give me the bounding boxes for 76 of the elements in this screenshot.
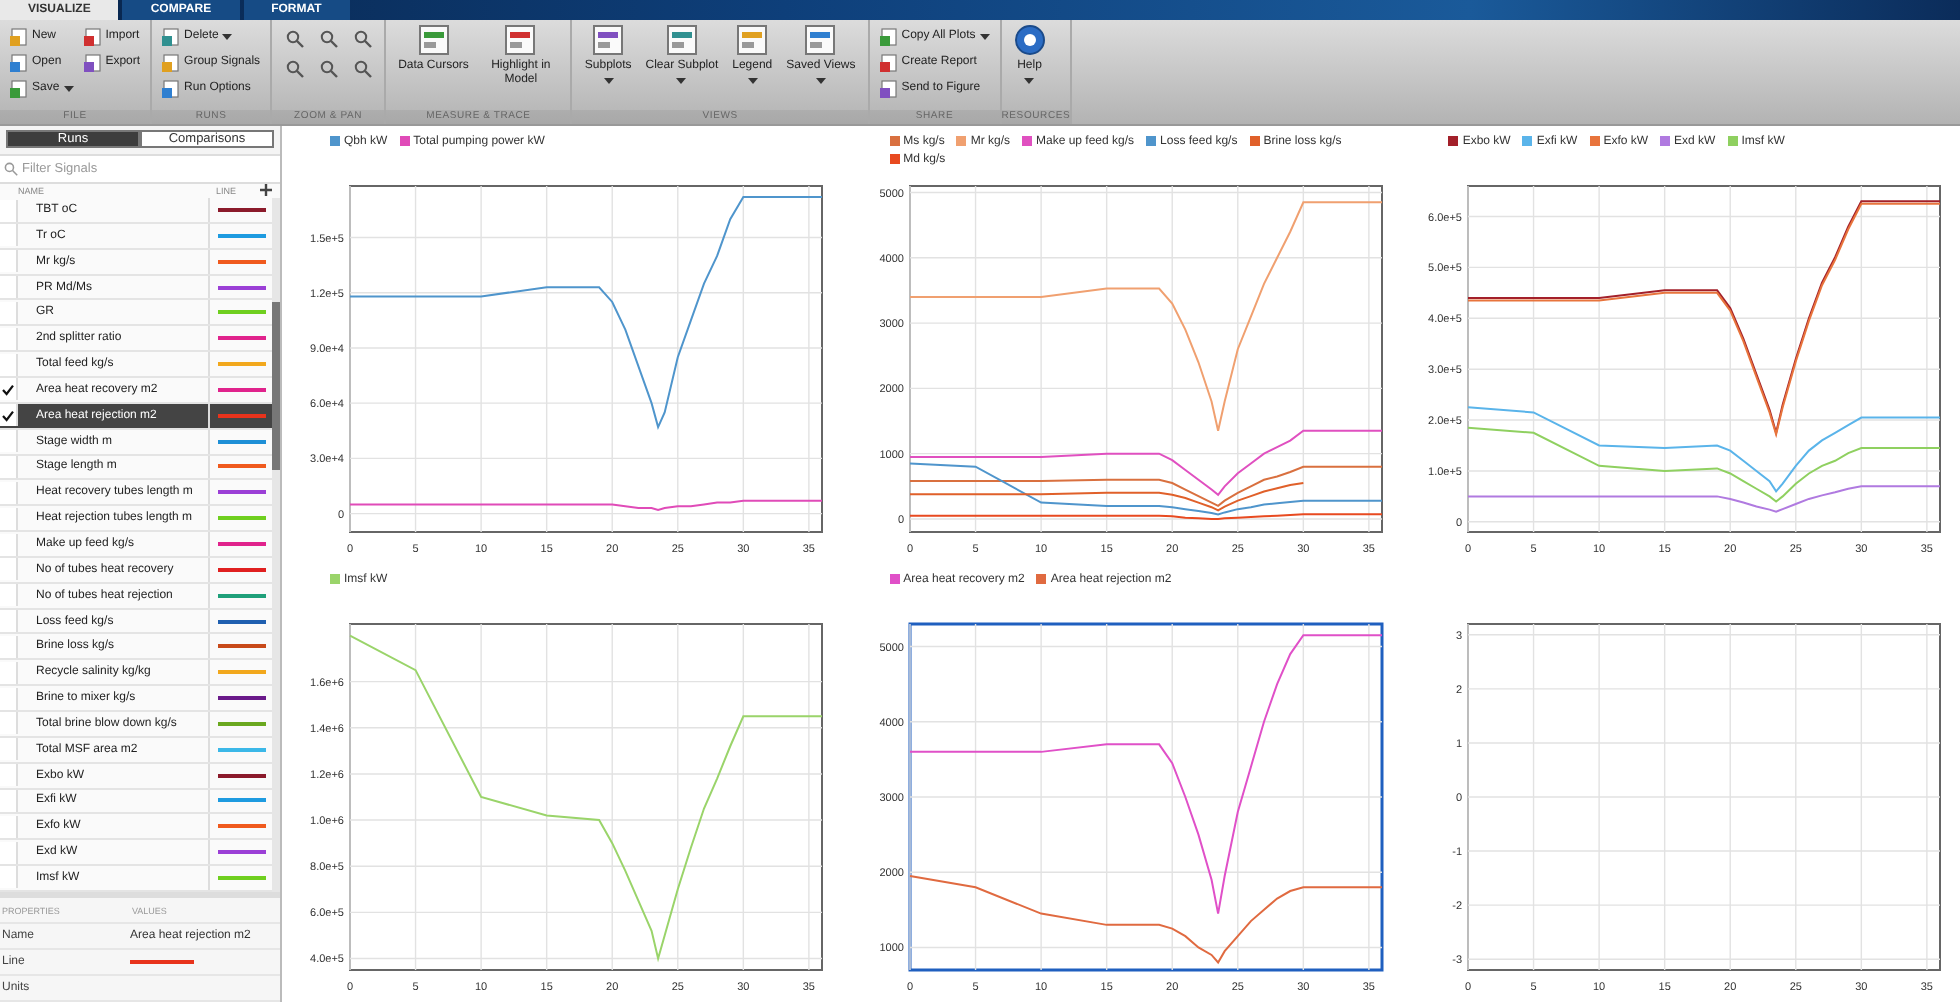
search-icon [4, 161, 18, 176]
checkbox[interactable] [0, 327, 18, 350]
checkbox[interactable] [0, 738, 18, 761]
document-icon [10, 27, 28, 45]
document-icon [83, 53, 102, 71]
legend-swatch [1727, 136, 1738, 146]
checkbox[interactable] [0, 404, 18, 427]
document-icon [10, 53, 28, 71]
checkbox[interactable] [0, 712, 18, 735]
legend-swatch [330, 136, 340, 146]
checkbox[interactable] [0, 301, 18, 324]
document-icon [879, 79, 898, 97]
checkbox[interactable] [0, 866, 18, 889]
checkbox[interactable] [0, 687, 18, 710]
legend-swatch [889, 154, 900, 164]
caret-icon [1024, 78, 1035, 84]
checkbox[interactable] [0, 455, 18, 478]
legend-swatch [889, 574, 900, 584]
zoom-icon [353, 29, 372, 47]
checkbox[interactable] [0, 764, 18, 787]
document-icon [162, 27, 181, 45]
checkbox[interactable] [0, 584, 18, 607]
checkbox[interactable] [0, 276, 18, 299]
plot-area[interactable] [1467, 185, 1942, 533]
document-icon [162, 53, 181, 71]
caret-icon [676, 78, 687, 84]
checkbox[interactable] [0, 558, 18, 581]
document-icon [879, 53, 898, 71]
zoom-icon [319, 29, 338, 47]
checkbox[interactable] [0, 353, 18, 376]
checkbox[interactable] [0, 224, 18, 247]
zoom-icon [319, 59, 338, 77]
document-icon [10, 79, 28, 97]
checkbox[interactable] [0, 661, 18, 684]
caret-icon [979, 33, 990, 39]
checkbox[interactable] [0, 789, 18, 812]
checkbox[interactable] [0, 533, 18, 555]
zoom-icon [353, 59, 372, 77]
checkbox[interactable] [0, 430, 18, 453]
checkbox[interactable] [0, 635, 18, 658]
checkbox[interactable] [0, 481, 18, 504]
caret-icon [747, 78, 758, 84]
help-icon [1013, 24, 1046, 56]
caret-icon [63, 85, 74, 91]
document-icon [83, 27, 102, 45]
legend-swatch [1522, 136, 1533, 146]
checkbox[interactable] [0, 378, 18, 401]
legend-swatch [889, 136, 900, 146]
legend-swatch [1036, 574, 1047, 584]
legend-swatch [1022, 136, 1032, 146]
caret-icon [222, 33, 233, 39]
caret-icon [603, 78, 614, 84]
checkbox[interactable] [0, 841, 18, 864]
plot-area[interactable] [907, 622, 1383, 972]
legend-swatch [399, 136, 410, 146]
document-icon [879, 27, 898, 45]
legend-swatch [956, 136, 967, 146]
checkbox[interactable] [0, 199, 18, 222]
plot-area[interactable] [349, 185, 823, 533]
plot-area[interactable] [908, 185, 1383, 533]
zoom-icon [285, 59, 304, 77]
zoom-icon [285, 29, 304, 47]
legend-swatch [1448, 136, 1459, 146]
legend-swatch [330, 574, 340, 584]
add-icon[interactable] [260, 184, 272, 197]
checkbox[interactable] [0, 507, 18, 530]
caret-icon [815, 78, 826, 84]
checkbox[interactable] [0, 815, 18, 838]
document-icon [162, 79, 181, 97]
checkbox[interactable] [0, 250, 18, 273]
legend-swatch [1660, 136, 1671, 146]
scrollbar[interactable] [272, 198, 280, 893]
checkbox[interactable] [0, 610, 18, 633]
legend-swatch [1589, 136, 1600, 146]
legend-swatch [1146, 136, 1157, 146]
legend-swatch [1249, 136, 1260, 146]
